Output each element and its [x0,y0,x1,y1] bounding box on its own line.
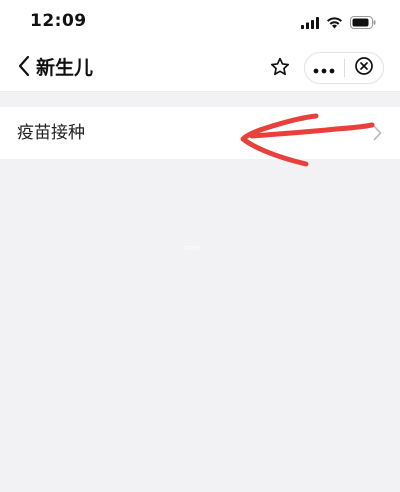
signal-icon [301,14,319,33]
list-item-label: 疫苗接种 [17,123,85,143]
close-circle-icon [354,56,374,80]
list-card: 疫苗接种 [0,107,400,159]
back-button[interactable] [10,54,38,82]
status-icons [301,14,376,33]
chevron-left-icon [17,55,31,81]
page-title: 新生儿 [36,57,94,79]
nav-bar: 新生儿 [0,44,400,92]
status-time: 12:09 [30,11,87,31]
chevron-right-icon [373,125,382,145]
favorite-button[interactable] [264,54,296,84]
more-dots-icon [313,59,335,78]
more-button[interactable] [305,53,344,83]
status-bar: 12:09 [0,0,400,44]
star-icon [269,56,291,82]
battery-icon [350,14,376,33]
close-button[interactable] [344,53,383,83]
menu-capsule [304,52,384,84]
faint-text: note [184,244,200,252]
list-item-vaccination[interactable]: 疫苗接种 [0,107,400,159]
wifi-icon [326,14,343,33]
